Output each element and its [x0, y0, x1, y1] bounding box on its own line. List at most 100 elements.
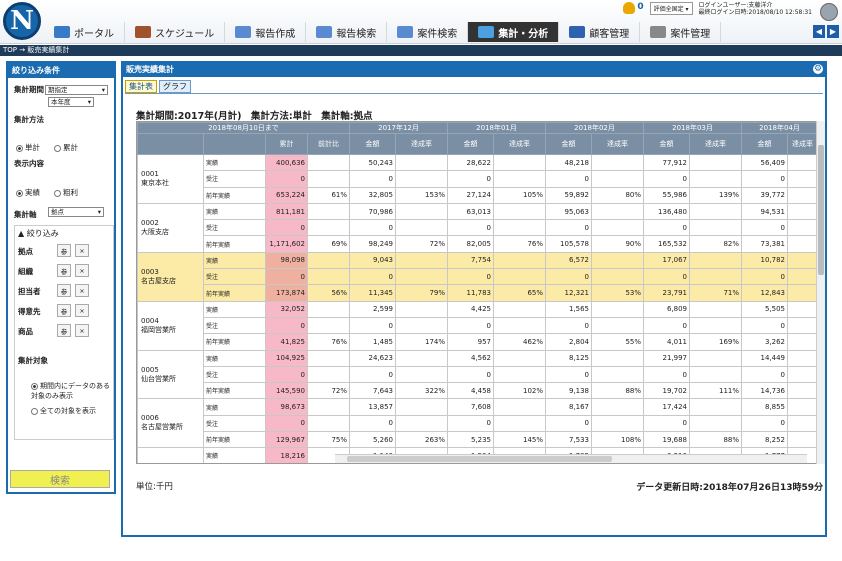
nav-item-3[interactable]: 報告検索 — [306, 22, 388, 42]
narrow-clear-button[interactable]: × — [75, 284, 89, 297]
narrow-ref-button[interactable]: 参 — [57, 304, 71, 317]
table-cell: 14,736 — [741, 382, 788, 400]
period-year-select[interactable]: 本年度 ▾ — [48, 97, 94, 107]
period-type-select[interactable]: 期指定 ▾ — [45, 85, 108, 95]
nav-item-1[interactable]: スケジュール — [125, 22, 226, 42]
table-row[interactable]: 0004 福岡営業所 実績 32,052 2,599 4,425 1,565 6,809 5,5… — [137, 300, 818, 351]
content-option-actual[interactable]: 実績 — [16, 187, 40, 198]
filter-panel: 絞り込み条件 集計期間 期指定 ▾ 本年度 ▾ 集計方法 単計 累計 表示内容 実績… — [6, 61, 116, 494]
table-cell: 0 — [741, 170, 788, 188]
nav-item-5[interactable]: 集計・分析 — [468, 22, 560, 42]
table-row[interactable]: 受注 0 0 0 0 0 0 — [138, 316, 818, 335]
view-tabs: 集計表 グラフ — [125, 80, 191, 93]
nav-item-2[interactable]: 報告作成 — [225, 22, 307, 42]
target-option-in-period[interactable]: 期間内にデータのある対象のみ表示 — [31, 381, 111, 401]
table-cell: 462% — [493, 333, 546, 351]
table-cell: 0 — [265, 316, 308, 335]
axis-select[interactable]: 拠点 ▾ — [48, 207, 104, 217]
table-row[interactable]: 0001 東京本社 実績 400,636 50,243 28,622 48,218 77,91… — [137, 153, 818, 204]
last-login: 最終ログイン日時:2018/08/10 12:58:31 — [698, 9, 812, 16]
branch-cell — [137, 447, 204, 463]
table-row[interactable]: 受注 0 0 0 0 0 0 — [138, 365, 818, 384]
horizontal-scroll-thumb[interactable] — [347, 456, 612, 462]
nav-item-6[interactable]: 顧客管理 — [559, 22, 641, 42]
narrow-ref-button[interactable]: 参 — [57, 264, 71, 277]
narrow-ref-button[interactable]: 参 — [57, 324, 71, 337]
method-option-cumulative[interactable]: 累計 — [54, 142, 78, 153]
branch-cell[interactable]: 0005 仙台営業所 — [137, 349, 204, 400]
table-row[interactable]: 前年実績 129,967 75% 5,260 263% 5,235 145% 7,533 108… — [138, 431, 818, 449]
table-cell — [787, 268, 818, 286]
vertical-scroll-thumb[interactable] — [818, 145, 824, 275]
branch-code: 0003 — [141, 267, 159, 276]
table-cell: 4,425 — [447, 300, 494, 318]
nav-item-4[interactable]: 案件検索 — [387, 22, 469, 42]
table-cell: 0 — [265, 414, 308, 433]
branch-cell[interactable]: 0006 名古屋営業所 — [137, 398, 204, 449]
table-row[interactable]: 前年実績 41,825 76% 1,485 174% 957 462% 2,804 55% 4,0… — [138, 333, 818, 351]
nav-next-button[interactable]: ▶ — [827, 25, 839, 38]
table-cell: 65% — [493, 284, 546, 302]
table-cell: 11,783 — [447, 284, 494, 302]
search-button[interactable]: 検索 — [10, 470, 110, 488]
row-type-label: 実績 — [203, 349, 266, 367]
table-cell: 79% — [395, 284, 448, 302]
vertical-scrollbar[interactable] — [816, 121, 825, 464]
nav-item-0[interactable]: ポータル — [44, 22, 125, 42]
nav-icon — [316, 26, 333, 38]
nav-icon — [235, 26, 252, 38]
avatar[interactable] — [820, 3, 838, 21]
table-cell — [591, 251, 644, 270]
table-cell: 0 — [447, 219, 494, 237]
table-row[interactable]: 受注 0 0 0 0 0 0 — [138, 268, 818, 286]
table-row[interactable]: 前年実績 173,874 56% 11,345 79% 11,783 65% 12,321 53… — [138, 284, 818, 302]
bell-icon[interactable] — [623, 2, 636, 14]
table-row[interactable]: 0005 仙台営業所 実績 104,925 24,623 4,562 8,125 21,997… — [137, 349, 818, 400]
top-header: 2018年08月10日まで — [137, 122, 350, 134]
table-row[interactable]: 前年実績 1,171,602 69% 98,249 72% 82,005 76% 105,57… — [138, 235, 818, 253]
table-cell — [591, 268, 644, 286]
nav-item-7[interactable]: 案件管理 — [640, 22, 722, 42]
table-row[interactable]: 0003 名古屋支店 実績 98,098 9,043 7,754 6,572 17,067 10… — [137, 251, 818, 302]
target-option-all[interactable]: 全ての対象を表示 — [31, 406, 111, 416]
narrow-ref-button[interactable]: 参 — [57, 244, 71, 257]
branch-cell[interactable]: 0004 福岡営業所 — [137, 300, 204, 351]
gear-icon[interactable]: ⚙ — [811, 62, 825, 76]
sub-header: 達成率 — [395, 133, 448, 155]
period-label: 集計期間 — [14, 85, 44, 94]
narrow-header[interactable]: ▲ 絞り込み — [15, 226, 113, 241]
table-cell: 59,892 — [545, 186, 592, 204]
narrow-clear-button[interactable]: × — [75, 304, 89, 317]
table-row[interactable]: 前年実績 145,590 72% 7,643 322% 4,458 102% 9,138 88%… — [138, 382, 818, 400]
table-cell — [787, 153, 818, 172]
table-row[interactable]: 受注 0 0 0 0 0 0 — [138, 170, 818, 188]
tab-table[interactable]: 集計表 — [125, 80, 157, 93]
branch-cell[interactable]: 0001 東京本社 — [137, 154, 204, 204]
app-logo[interactable]: N — [3, 2, 41, 40]
table-cell — [591, 300, 644, 318]
table-cell: 0 — [643, 316, 690, 335]
branch-cell[interactable]: 0003 名古屋支店 — [137, 251, 204, 302]
table-cell: 0 — [545, 219, 592, 237]
table-row[interactable]: 前年実績 653,224 61% 32,805 153% 27,124 105% 59,892… — [138, 186, 818, 204]
content-label: 表示内容 — [14, 159, 44, 168]
table-row[interactable]: 受注 0 0 0 0 0 0 — [138, 219, 818, 237]
table-cell: 0 — [741, 365, 788, 384]
branch-cell[interactable]: 0002 大阪支店 — [137, 202, 204, 253]
table-row[interactable]: 0006 名古屋営業所 実績 98,673 13,857 7,608 8,167 17,424… — [137, 398, 818, 449]
horizontal-scrollbar[interactable] — [335, 454, 807, 463]
content-option-actual-label: 実績 — [25, 188, 40, 197]
content-option-gross[interactable]: 粗利 — [54, 187, 78, 198]
table-row[interactable]: 受注 0 0 0 0 0 0 — [138, 414, 818, 433]
table-cell — [493, 219, 546, 237]
tab-graph[interactable]: グラフ — [159, 80, 191, 93]
narrow-clear-button[interactable]: × — [75, 324, 89, 337]
narrow-ref-button[interactable]: 参 — [57, 284, 71, 297]
narrow-clear-button[interactable]: × — [75, 244, 89, 257]
method-option-single[interactable]: 単計 — [16, 142, 40, 153]
table-cell: 136,480 — [643, 202, 690, 221]
table-row[interactable]: 0002 大阪支店 実績 811,181 70,986 63,013 95,063 136,4… — [137, 202, 818, 253]
evaluation-select[interactable]: 評価全国定 ▾ — [649, 2, 693, 15]
nav-prev-button[interactable]: ◀ — [813, 25, 825, 38]
narrow-clear-button[interactable]: × — [75, 264, 89, 277]
